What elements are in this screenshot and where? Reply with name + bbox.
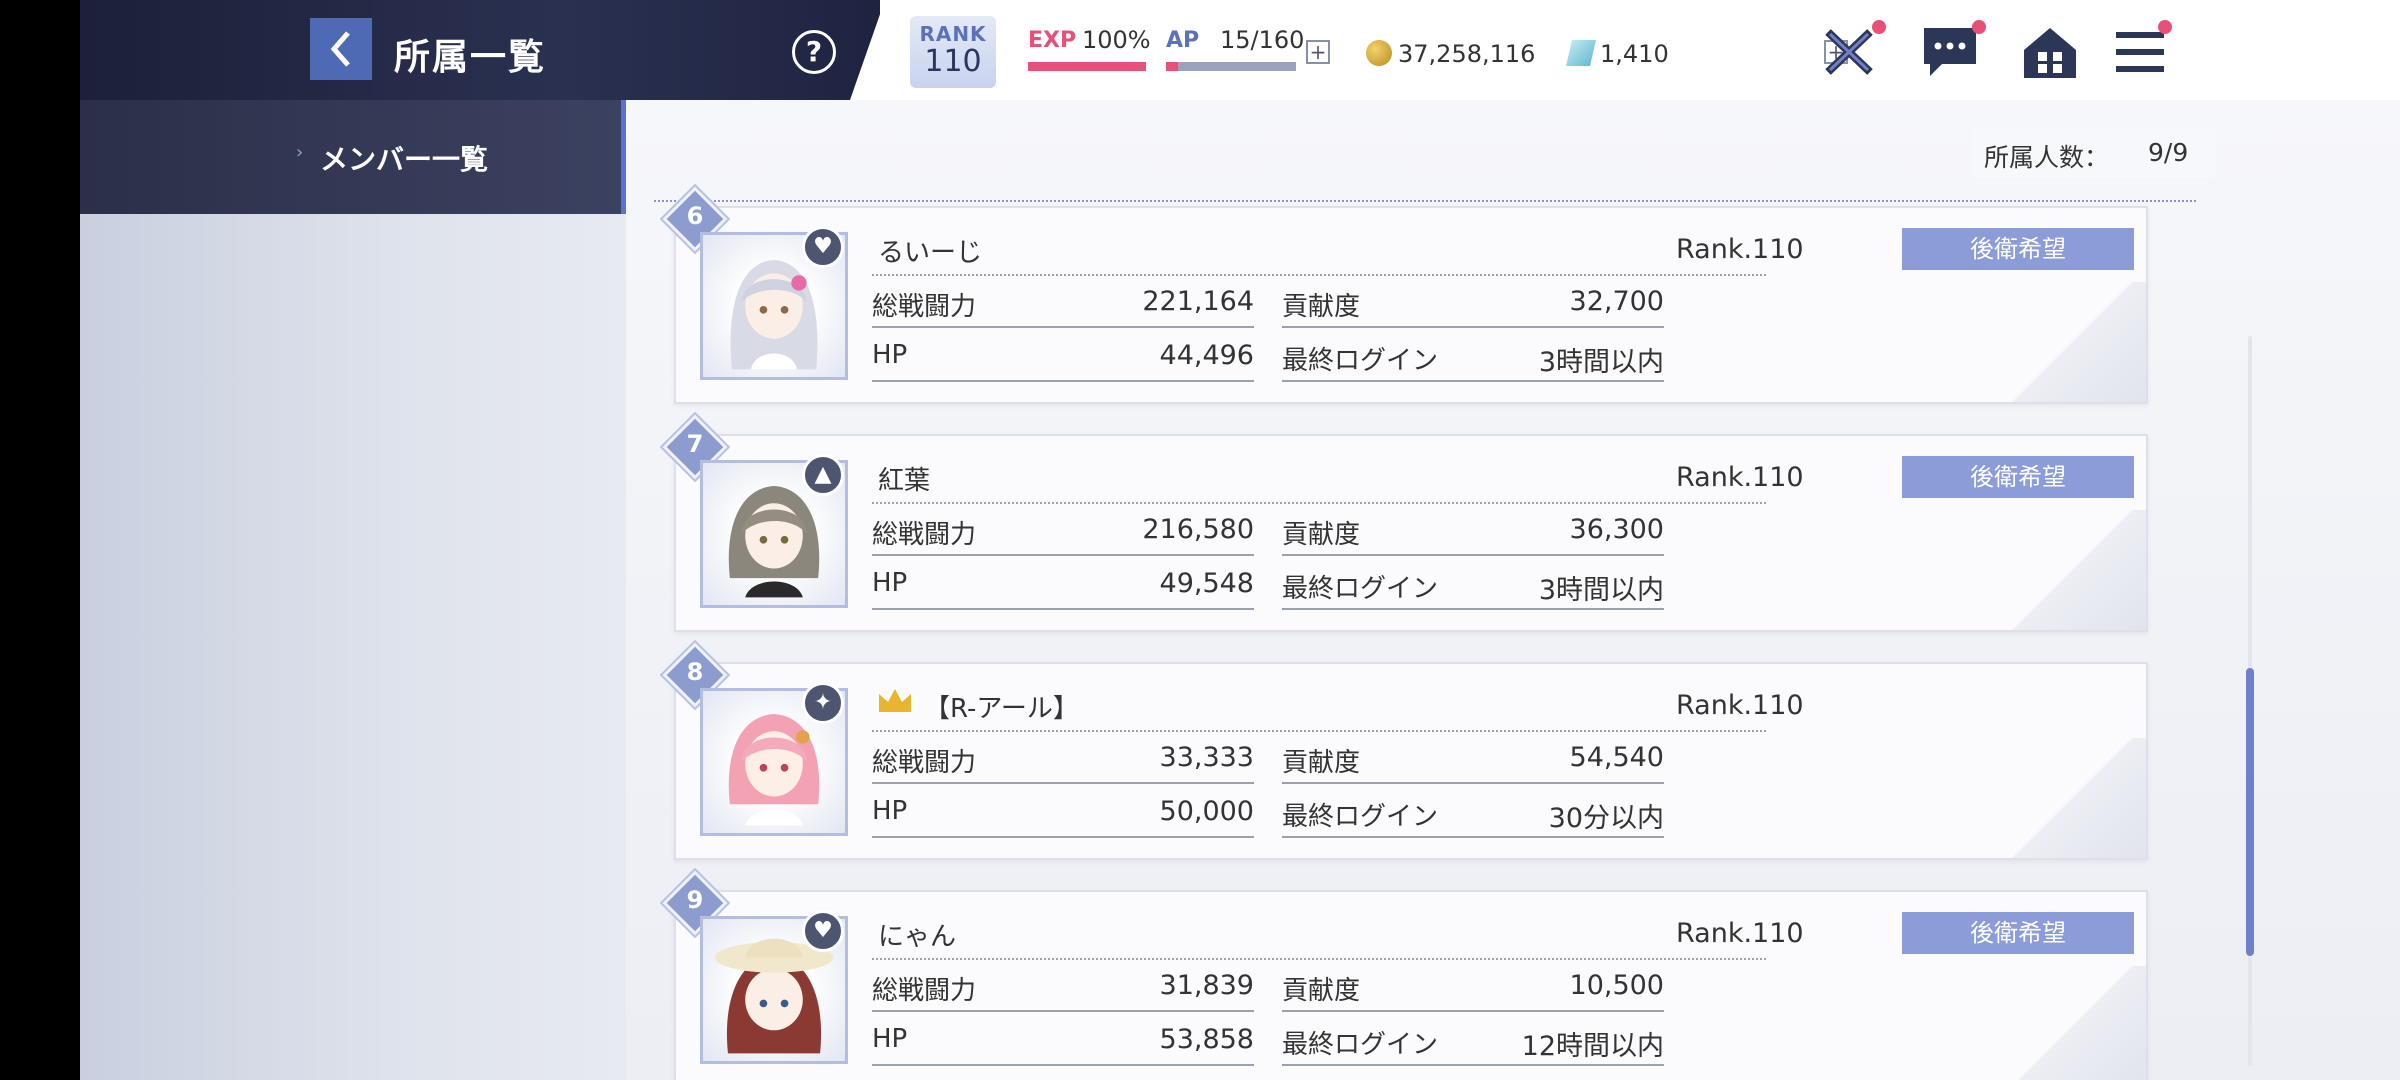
hp-row: HP 50,000	[872, 786, 1254, 838]
sparkle-icon: ✦	[802, 682, 844, 724]
member-card[interactable]: 7 ▲ 紅葉 Rank.110 総戦闘力 216,580 貢献度 36,300 HP…	[662, 414, 2148, 632]
member-count-value: 9/9	[2148, 138, 2189, 167]
ap-value: 15/160	[1220, 26, 1305, 54]
position-preference-tag: 後衛希望	[1902, 912, 2134, 954]
member-number: 8	[686, 658, 704, 686]
combat-power-row: 総戦闘力 221,164	[872, 276, 1254, 328]
contribution-row: 貢献度 32,700	[1282, 276, 1664, 328]
ap-bar-fill	[1166, 62, 1178, 71]
combat-power-row: 総戦闘力 216,580	[872, 504, 1254, 556]
member-number: 6	[686, 202, 704, 230]
sidebar: › メンバー一覧	[80, 100, 626, 1080]
scrollbar-thumb[interactable]	[2246, 668, 2254, 956]
exp-label: EXP	[1028, 28, 1077, 53]
gold-value: 37,258,116	[1398, 40, 1536, 68]
arrow-up-icon: ▲	[802, 454, 844, 496]
battle-icon[interactable]	[1820, 20, 1886, 80]
member-list-panel: 所属人数： 9/9 6 ♥ るいーじ Rank.110 総戦闘力 221,164…	[626, 100, 2400, 1080]
position-preference-tag: 後衛希望	[1902, 228, 2134, 270]
rank-value: 110	[924, 44, 982, 79]
member-number: 9	[686, 886, 704, 914]
player-rank-box: RANK 110	[910, 16, 996, 88]
member-name: にゃん	[878, 922, 957, 952]
contribution-row: 貢献度 10,500	[1282, 960, 1664, 1012]
member-count: 所属人数： 9/9	[1972, 128, 2216, 178]
notification-dot	[2158, 20, 2172, 34]
combat-power-row: 総戦闘力 33,333	[872, 732, 1254, 784]
exp-value: 100%	[1082, 26, 1151, 54]
member-count-label: 所属人数：	[1984, 143, 2110, 172]
menu-icon[interactable]	[2110, 20, 2172, 80]
last-login-row: 最終ログイン 30分以内	[1282, 786, 1664, 838]
chevron-left-icon	[330, 31, 350, 67]
chat-icon[interactable]	[1920, 20, 1986, 80]
exp-bar	[1028, 62, 1146, 71]
app-screen: 所属一覧 ? RANK 110 EXP 100% AP 15/160 + 37,…	[80, 0, 2400, 1080]
member-name: 【R-アール】	[924, 694, 1079, 724]
notification-dot	[1972, 20, 1986, 34]
member-rank: Rank.110	[1676, 918, 1804, 949]
page-title: 所属一覧	[394, 37, 547, 78]
chevron-right-icon: ›	[296, 142, 304, 163]
exp-bar-fill	[1028, 62, 1146, 71]
gold-coin-icon	[1366, 40, 1392, 66]
member-card[interactable]: 9 ♥ にゃん Rank.110 総戦闘力 31,839 貢献度 10,500 HP…	[662, 870, 2148, 1080]
sidebar-item-label: メンバー一覧	[320, 143, 489, 176]
member-card[interactable]: 6 ♥ るいーじ Rank.110 総戦闘力 221,164 貢献度 32,700 …	[662, 186, 2148, 404]
member-name: るいーじ	[878, 238, 983, 268]
leader-crown-icon	[879, 689, 911, 712]
heart-plus-icon: ♥	[802, 910, 844, 952]
member-number: 7	[686, 430, 704, 458]
hp-row: HP 53,858	[872, 1014, 1254, 1066]
contribution-row: 貢献度 54,540	[1282, 732, 1664, 784]
gem-value: 1,410	[1600, 40, 1669, 68]
last-login-row: 最終ログイン 12時間以内	[1282, 1014, 1664, 1066]
back-button[interactable]	[310, 18, 372, 80]
member-rank: Rank.110	[1676, 462, 1804, 493]
home-icon[interactable]	[2020, 24, 2080, 80]
hp-row: HP 44,496	[872, 330, 1254, 382]
member-rank: Rank.110	[1676, 234, 1804, 265]
help-button[interactable]: ?	[792, 30, 836, 74]
last-login-row: 最終ログイン 3時間以内	[1282, 330, 1664, 382]
last-login-row: 最終ログイン 3時間以内	[1282, 558, 1664, 610]
sidebar-item-member-list[interactable]: › メンバー一覧	[80, 100, 626, 214]
contribution-row: 貢献度 36,300	[1282, 504, 1664, 556]
member-name: 紅葉	[878, 466, 931, 496]
notification-dot	[1872, 20, 1886, 34]
top-bar: 所属一覧 ? RANK 110 EXP 100% AP 15/160 + 37,…	[80, 0, 2400, 100]
gem-icon	[1566, 40, 1596, 66]
ap-bar	[1166, 62, 1296, 71]
ap-label: AP	[1166, 28, 1200, 53]
ap-plus-button[interactable]: +	[1306, 40, 1330, 64]
combat-power-row: 総戦闘力 31,839	[872, 960, 1254, 1012]
hp-row: HP 49,548	[872, 558, 1254, 610]
heart-plus-icon: ♥	[802, 226, 844, 268]
member-card[interactable]: 8 ✦ 【R-アール】 Rank.110 総戦闘力 33,333 貢献度 54,54…	[662, 642, 2148, 860]
divider	[654, 200, 2196, 202]
rank-label: RANK	[919, 22, 987, 46]
member-rank: Rank.110	[1676, 690, 1804, 721]
position-preference-tag: 後衛希望	[1902, 456, 2134, 498]
